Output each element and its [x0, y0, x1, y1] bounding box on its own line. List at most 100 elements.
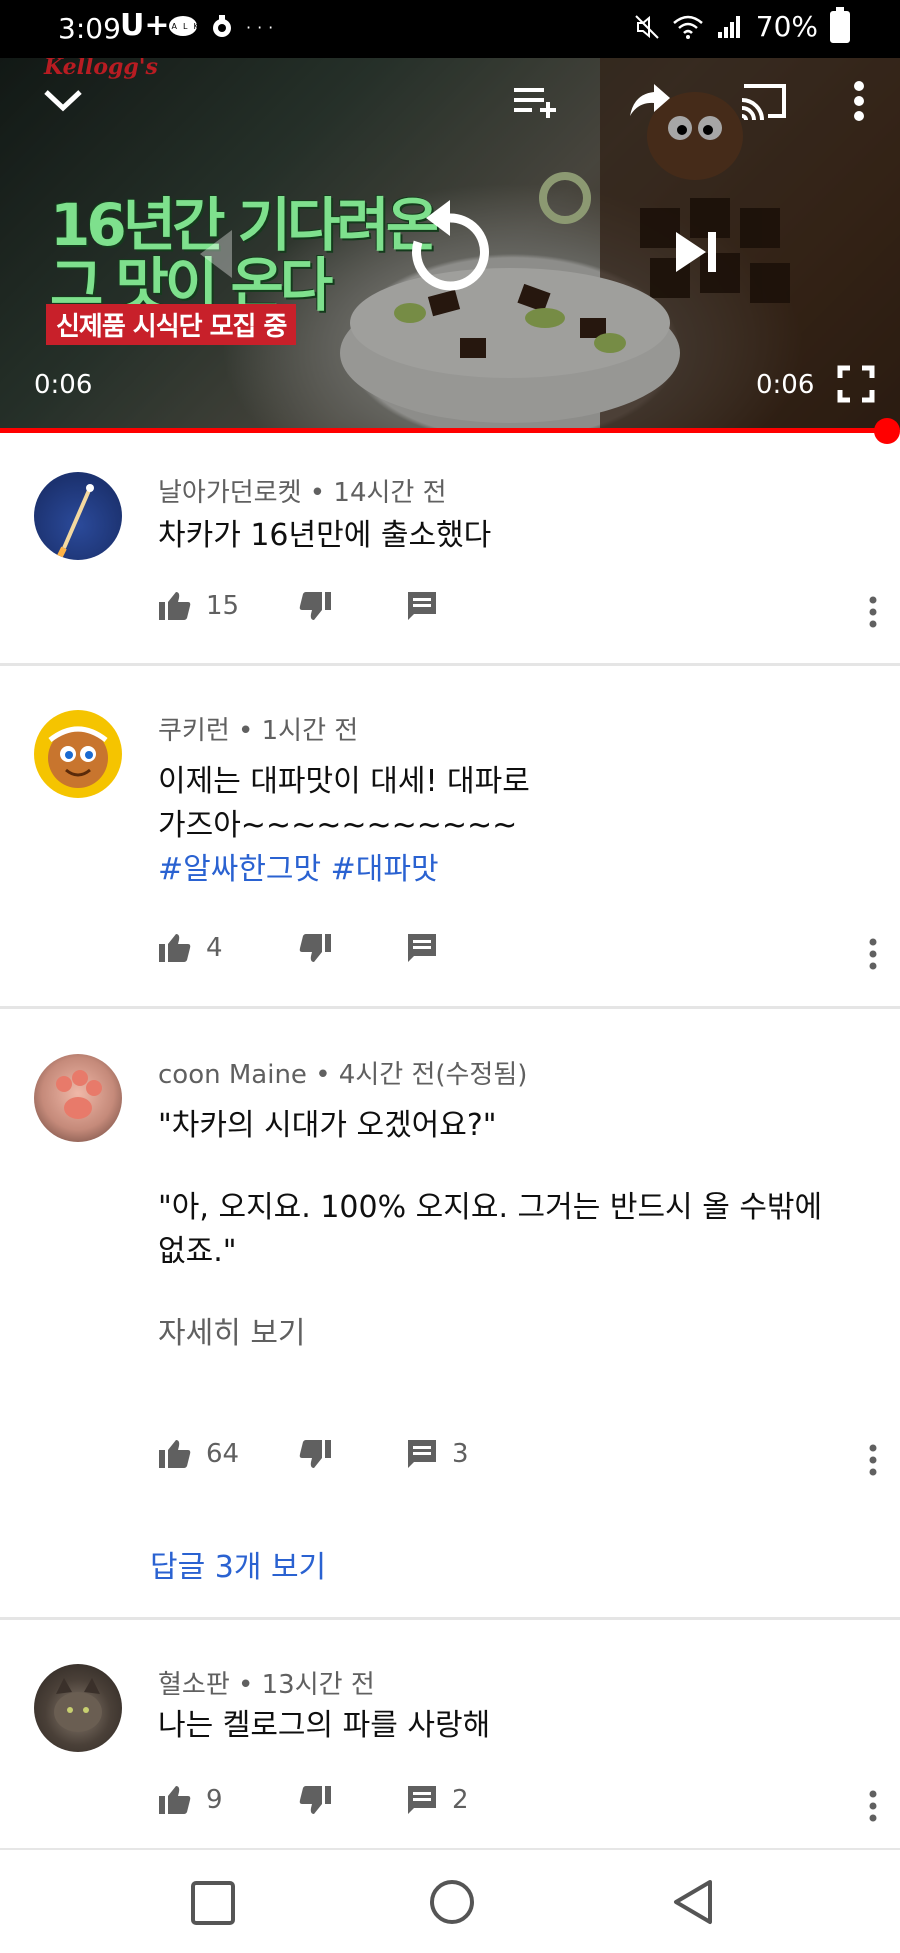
meta-separator: • — [238, 1670, 254, 1700]
meta-separator: • — [315, 1060, 331, 1090]
comment-author[interactable]: coon Maine — [158, 1060, 307, 1090]
previous-icon — [200, 230, 232, 278]
thumb-up-icon — [159, 592, 191, 620]
comment-text-line: "아, 오지요. 100% 오지요. 그거는 반드시 올 수밖에 — [158, 1190, 823, 1225]
meta-separator: • — [309, 478, 326, 508]
nav-recents-icon[interactable] — [190, 1880, 236, 1926]
dislike-button[interactable] — [298, 1438, 332, 1470]
comment-item: 혈소판 • 13시간 전 나는 켈로그의 파를 사랑해 9 2 — [0, 1662, 900, 1842]
avatar[interactable] — [34, 1664, 122, 1752]
comment-item: 날아가던로켓 • 14시간 전 차카가 16년만에 출소했다 15 — [0, 470, 900, 665]
replay-icon[interactable] — [404, 198, 496, 294]
meta-separator: • — [238, 716, 254, 746]
comment-text-line: 이제는 대파맛이 대세! 대파로 — [158, 764, 530, 799]
comment-meta: 혈소판 • 13시간 전 — [158, 1664, 375, 1701]
add-to-queue-icon[interactable] — [510, 78, 560, 122]
like-count: 15 — [206, 591, 240, 621]
dislike-button[interactable] — [298, 1784, 332, 1816]
fullscreen-icon[interactable] — [836, 364, 876, 404]
comment-text: 이제는 대파맛이 대세! 대파로 가즈아~~~~~~~~~~~ #알싸한그맛 #… — [158, 760, 530, 892]
video-scrubber-handle[interactable] — [874, 418, 900, 444]
wifi-icon — [672, 15, 703, 39]
comment-meta: 쿠키런 • 1시간 전 — [158, 710, 358, 747]
comment-author[interactable]: 날아가던로켓 — [158, 478, 302, 508]
dislike-button[interactable] — [298, 932, 332, 964]
notification-icons: TALK ··· — [160, 14, 280, 40]
reply-count: 2 — [452, 1785, 469, 1815]
comment-icon — [408, 1440, 436, 1468]
signal-icon — [717, 15, 740, 38]
comment-author[interactable]: 혈소판 — [158, 1670, 230, 1700]
dislike-button[interactable] — [298, 590, 332, 622]
comment-menu-icon[interactable] — [858, 594, 888, 630]
current-time: 0:06 — [34, 370, 93, 400]
comment-actions: 15 — [158, 590, 898, 630]
comment-divider — [0, 1006, 900, 1009]
status-time: 3:09 — [58, 12, 121, 45]
like-button[interactable]: 15 — [158, 590, 239, 622]
video-player[interactable]: Kellogg's 16년간 기다려온 그 맛이 온다 신제품 시식단 모집 중… — [0, 58, 900, 430]
avatar[interactable] — [34, 472, 122, 560]
cast-icon[interactable] — [738, 78, 790, 122]
comment-divider — [0, 1617, 900, 1620]
like-button[interactable]: 9 — [158, 1784, 223, 1816]
like-count: 4 — [206, 933, 223, 963]
comment-menu-icon[interactable] — [858, 1442, 888, 1478]
like-button[interactable]: 64 — [158, 1438, 239, 1470]
thumb-down-icon — [299, 1440, 331, 1468]
duration: 0:06 — [756, 370, 815, 400]
brand-logo: Kellogg's — [44, 58, 158, 80]
share-icon[interactable] — [626, 78, 674, 122]
comment-actions: 64 3 — [158, 1438, 898, 1478]
battery-icon — [830, 6, 850, 43]
rocket-image — [55, 484, 94, 560]
cat-paw-image — [56, 1070, 102, 1119]
more-indicator: ··· — [246, 18, 280, 37]
comment-text-line: 없죠." — [158, 1234, 237, 1269]
video-overlay-banner: 신제품 시식단 모집 중 — [46, 304, 297, 345]
comment-text: 나는 켈로그의 파를 사랑해 — [158, 1708, 491, 1743]
comment-text-line: 가즈아~~~~~~~~~~~ — [158, 808, 518, 843]
comment-menu-icon[interactable] — [858, 1788, 888, 1824]
avatar[interactable] — [34, 1054, 122, 1142]
comment-author[interactable]: 쿠키런 — [158, 716, 230, 746]
svg-text:TALK: TALK — [168, 22, 198, 31]
thumb-up-icon — [159, 1786, 191, 1814]
thumb-down-icon — [299, 934, 331, 962]
chevron-down-icon[interactable] — [38, 80, 88, 120]
nav-home-icon[interactable] — [428, 1878, 476, 1926]
carrier-label: U+ — [120, 8, 170, 43]
reply-button[interactable]: 2 — [406, 1784, 469, 1816]
reply-button[interactable] — [406, 932, 452, 964]
avatar[interactable] — [34, 710, 122, 798]
talk-icon: TALK — [160, 16, 199, 36]
reply-button[interactable]: 3 — [406, 1438, 469, 1470]
like-count: 9 — [206, 1785, 223, 1815]
like-count: 64 — [206, 1439, 240, 1469]
comment-text: 차카가 16년만에 출소했다 — [158, 518, 492, 553]
comment-item: coon Maine • 4시간 전(수정됨) "차카의 시대가 오겠어요?" … — [0, 1052, 900, 1612]
skip-next-icon[interactable] — [672, 228, 720, 276]
video-progress-bar[interactable] — [0, 428, 888, 433]
comment-text: "차카의 시대가 오겠어요?" "아, 오지요. 100% 오지요. 그거는 반… — [158, 1104, 878, 1356]
view-replies-link[interactable]: 답글 3개 보기 — [150, 1542, 326, 1586]
comment-item: 쿠키런 • 1시간 전 이제는 대파맛이 대세! 대파로 가즈아~~~~~~~~… — [0, 708, 900, 1008]
comment-meta: 날아가던로켓 • 14시간 전 — [158, 472, 447, 509]
comment-actions: 4 — [158, 932, 898, 972]
location-icon — [213, 15, 231, 37]
read-more-link[interactable]: 자세히 보기 — [158, 1312, 878, 1356]
status-bar: 3:09 U+ TALK ··· 70% — [0, 0, 900, 58]
thumb-up-icon — [159, 1440, 191, 1468]
comment-icon — [408, 934, 436, 962]
comment-hashtags[interactable]: #알싸한그맛 #대파맛 — [158, 848, 530, 892]
like-button[interactable]: 4 — [158, 932, 223, 964]
status-right: 70% — [634, 6, 850, 43]
comment-menu-icon[interactable] — [858, 936, 888, 972]
more-vert-icon[interactable] — [844, 78, 874, 124]
thumb-up-icon — [159, 934, 191, 962]
reply-button[interactable] — [406, 590, 452, 622]
battery-percent: 70% — [755, 10, 818, 43]
nav-back-icon[interactable] — [670, 1878, 716, 1926]
thumb-down-icon — [299, 592, 331, 620]
thumb-down-icon — [299, 1786, 331, 1814]
